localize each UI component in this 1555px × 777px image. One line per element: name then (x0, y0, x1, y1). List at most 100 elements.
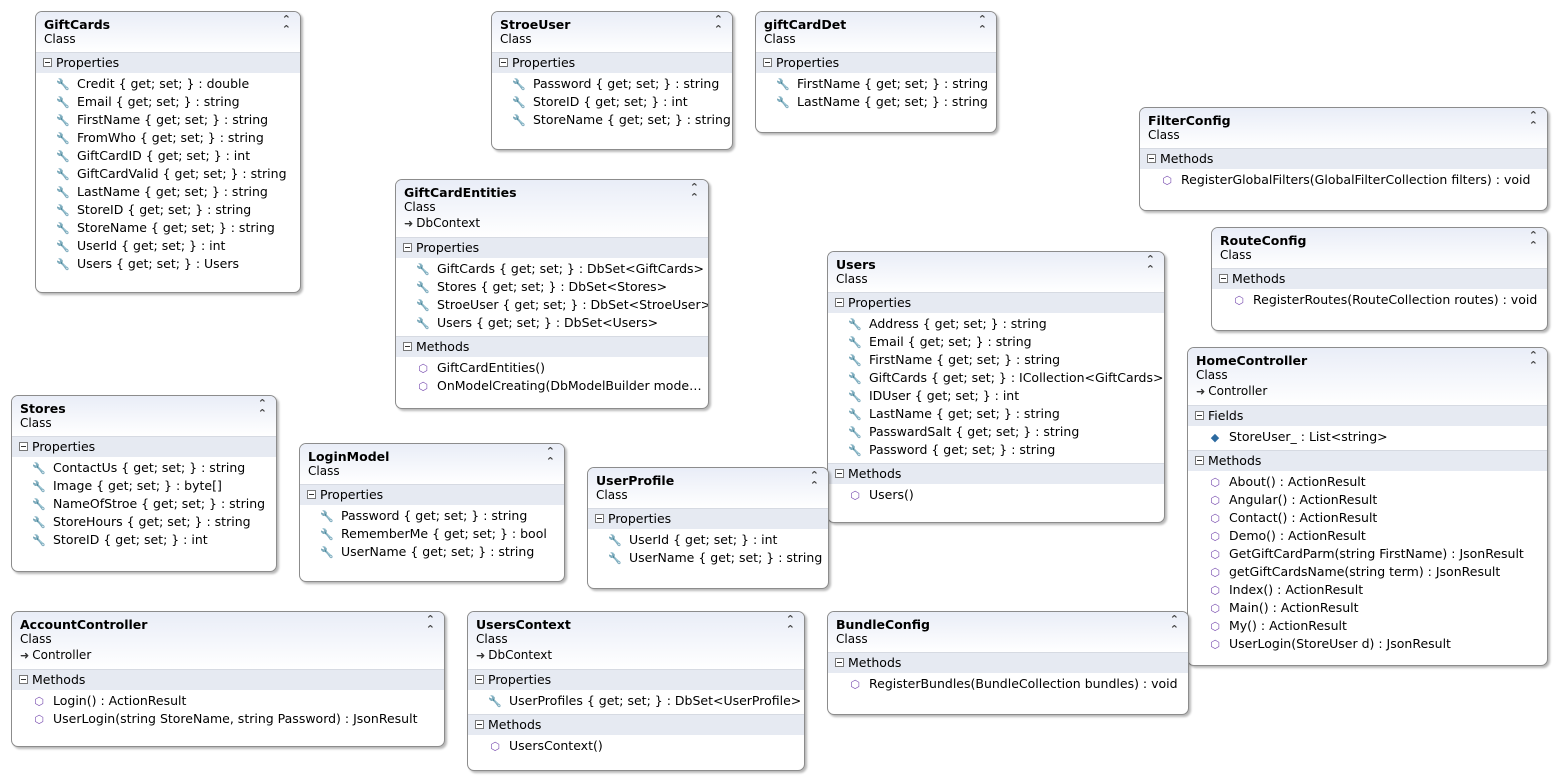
property-item[interactable]: 🔧 StoreName { get; set; } : string (492, 111, 732, 129)
field-item[interactable]: ◆ StoreUser_ : List<string> (1188, 428, 1547, 446)
class-box-userprofile[interactable]: UserProfile Class ⌃ ⌃ Properties 🔧 UserId { ge… (587, 467, 829, 589)
class-box-loginmodel[interactable]: LoginModel Class ⌃ ⌃ Properties 🔧 Password { g… (299, 443, 565, 582)
property-item[interactable]: 🔧 Stores { get; set; } : DbSet<Stores> (396, 278, 708, 296)
method-item[interactable]: ⬡ Main() : ActionResult (1188, 599, 1547, 617)
section-header-properties[interactable]: Properties (828, 292, 1164, 313)
property-item[interactable]: 🔧 StoreID { get; set; } : int (12, 531, 276, 549)
collapse-minus-icon[interactable] (835, 469, 844, 478)
class-box-filterconfig[interactable]: FilterConfig Class ⌃ ⌃ Methods ⬡ RegisterGloba… (1139, 107, 1548, 211)
property-item[interactable]: 🔧 UserId { get; set; } : int (588, 531, 828, 549)
property-item[interactable]: 🔧 ContactUs { get; set; } : string (12, 459, 276, 477)
collapse-minus-icon[interactable] (475, 720, 484, 729)
property-item[interactable]: 🔧 Credit { get; set; } : double (36, 75, 300, 93)
property-item[interactable]: 🔧 PasswardSalt { get; set; } : string (828, 423, 1164, 441)
method-item[interactable]: ⬡ UsersContext() (468, 737, 804, 755)
collapse-chevron-icon[interactable]: ⌃ ⌃ (546, 446, 555, 467)
section-header-methods[interactable]: Methods (396, 336, 708, 357)
section-header-fields[interactable]: Fields (1188, 405, 1547, 426)
method-item[interactable]: ⬡ Contact() : ActionResult (1188, 509, 1547, 527)
collapse-minus-icon[interactable] (595, 514, 604, 523)
class-box-homecontroller[interactable]: HomeController Class ➜ Controller ⌃ ⌃ Fields ◆ S… (1187, 347, 1548, 666)
property-item[interactable]: 🔧 Email { get; set; } : string (36, 93, 300, 111)
property-item[interactable]: 🔧 Password { get; set; } : string (300, 507, 564, 525)
property-item[interactable]: 🔧 Password { get; set; } : string (828, 441, 1164, 459)
collapse-chevron-icon[interactable]: ⌃ ⌃ (978, 14, 987, 35)
collapse-minus-icon[interactable] (403, 342, 412, 351)
property-item[interactable]: 🔧 Users { get; set; } : Users (36, 255, 300, 273)
collapse-minus-icon[interactable] (835, 658, 844, 667)
class-box-users[interactable]: Users Class ⌃ ⌃ Properties 🔧 Address { get; se… (827, 251, 1165, 523)
collapse-chevron-icon[interactable]: ⌃ ⌃ (1146, 254, 1155, 275)
class-box-giftcardentities[interactable]: GiftCardEntities Class ➜ DbContext ⌃ ⌃ Propert… (395, 179, 709, 409)
property-item[interactable]: 🔧 FirstName { get; set; } : string (828, 351, 1164, 369)
section-header-properties[interactable]: Properties (756, 52, 996, 73)
class-box-giftcards[interactable]: GiftCards Class ⌃ ⌃ Properties 🔧 Credit { get;… (35, 11, 301, 293)
collapse-chevron-icon[interactable]: ⌃ ⌃ (690, 182, 699, 203)
property-item[interactable]: 🔧 UserId { get; set; } : int (36, 237, 300, 255)
collapse-minus-icon[interactable] (19, 675, 28, 684)
property-item[interactable]: 🔧 FirstName { get; set; } : string (36, 111, 300, 129)
property-item[interactable]: 🔧 StroeUser { get; set; } : DbSet<StroeUs… (396, 296, 708, 314)
collapse-minus-icon[interactable] (1195, 456, 1204, 465)
method-item[interactable]: ⬡ RegisterGlobalFilters(GlobalFilterColle… (1140, 171, 1547, 189)
property-item[interactable]: 🔧 StoreHours { get; set; } : string (12, 513, 276, 531)
class-box-bundleconfig[interactable]: BundleConfig Class ⌃ ⌃ Methods ⬡ RegisterBundl… (827, 611, 1189, 715)
collapse-chevron-icon[interactable]: ⌃ ⌃ (1529, 110, 1538, 131)
collapse-chevron-icon[interactable]: ⌃ ⌃ (282, 14, 291, 35)
collapse-minus-icon[interactable] (1147, 154, 1156, 163)
property-item[interactable]: 🔧 FirstName { get; set; } : string (756, 75, 996, 93)
section-header-methods[interactable]: Methods (828, 463, 1164, 484)
collapse-minus-icon[interactable] (835, 298, 844, 307)
property-item[interactable]: 🔧 StoreName { get; set; } : string (36, 219, 300, 237)
collapse-minus-icon[interactable] (1195, 411, 1204, 420)
collapse-minus-icon[interactable] (403, 243, 412, 252)
section-header-properties[interactable]: Properties (12, 436, 276, 457)
property-item[interactable]: 🔧 FromWho { get; set; } : string (36, 129, 300, 147)
section-header-properties[interactable]: Properties (588, 508, 828, 529)
class-box-accountcontroller[interactable]: AccountController Class ➜ Controller ⌃ ⌃ Metho… (11, 611, 445, 747)
property-item[interactable]: 🔧 GiftCards { get; set; } : ICollection<G… (828, 369, 1164, 387)
property-item[interactable]: 🔧 Password { get; set; } : string (492, 75, 732, 93)
property-item[interactable]: 🔧 StoreID { get; set; } : int (492, 93, 732, 111)
method-item[interactable]: ⬡ OnModelCreating(DbModelBuilder mode… (396, 377, 708, 395)
collapse-minus-icon[interactable] (763, 58, 772, 67)
property-item[interactable]: 🔧 GiftCardValid { get; set; } : string (36, 165, 300, 183)
method-item[interactable]: ⬡ UserLogin(string StoreName, string Pass… (12, 710, 444, 728)
property-item[interactable]: 🔧 UserName { get; set; } : string (588, 549, 828, 567)
section-header-methods[interactable]: Methods (1188, 450, 1547, 471)
collapse-minus-icon[interactable] (43, 58, 52, 67)
method-item[interactable]: ⬡ Users() (828, 486, 1164, 504)
method-item[interactable]: ⬡ GiftCardEntities() (396, 359, 708, 377)
method-item[interactable]: ⬡ RegisterRoutes(RouteCollection routes) … (1212, 291, 1547, 309)
section-header-methods[interactable]: Methods (12, 669, 444, 690)
property-item[interactable]: 🔧 IDUser { get; set; } : int (828, 387, 1164, 405)
collapse-minus-icon[interactable] (307, 490, 316, 499)
class-box-giftcarddet[interactable]: giftCardDet Class ⌃ ⌃ Properties 🔧 FirstName {… (755, 11, 997, 133)
method-item[interactable]: ⬡ Login() : ActionResult (12, 692, 444, 710)
property-item[interactable]: 🔧 Image { get; set; } : byte[] (12, 477, 276, 495)
collapse-chevron-icon[interactable]: ⌃ ⌃ (1529, 230, 1538, 251)
method-item[interactable]: ⬡ About() : ActionResult (1188, 473, 1547, 491)
collapse-chevron-icon[interactable]: ⌃ ⌃ (1170, 614, 1179, 635)
class-box-stroeuser[interactable]: StroeUser Class ⌃ ⌃ Properties 🔧 Password { ge… (491, 11, 733, 150)
property-item[interactable]: 🔧 GiftCardID { get; set; } : int (36, 147, 300, 165)
property-item[interactable]: 🔧 GiftCards { get; set; } : DbSet<GiftCar… (396, 260, 708, 278)
collapse-chevron-icon[interactable]: ⌃ ⌃ (258, 398, 267, 419)
property-item[interactable]: 🔧 StoreID { get; set; } : string (36, 201, 300, 219)
collapse-chevron-icon[interactable]: ⌃ ⌃ (714, 14, 723, 35)
method-item[interactable]: ⬡ RegisterBundles(BundleCollection bundle… (828, 675, 1188, 693)
collapse-chevron-icon[interactable]: ⌃ ⌃ (810, 470, 819, 491)
property-item[interactable]: 🔧 LastName { get; set; } : string (756, 93, 996, 111)
class-box-stores[interactable]: Stores Class ⌃ ⌃ Properties 🔧 ContactUs { get;… (11, 395, 277, 572)
collapse-minus-icon[interactable] (499, 58, 508, 67)
section-header-properties[interactable]: Properties (468, 669, 804, 690)
section-header-properties[interactable]: Properties (300, 484, 564, 505)
collapse-minus-icon[interactable] (19, 442, 28, 451)
property-item[interactable]: 🔧 Email { get; set; } : string (828, 333, 1164, 351)
collapse-minus-icon[interactable] (475, 675, 484, 684)
method-item[interactable]: ⬡ UserLogin(StoreUser d) : JsonResult (1188, 635, 1547, 653)
property-item[interactable]: 🔧 NameOfStroe { get; set; } : string (12, 495, 276, 513)
section-header-properties[interactable]: Properties (396, 237, 708, 258)
property-item[interactable]: 🔧 RememberMe { get; set; } : bool (300, 525, 564, 543)
collapse-chevron-icon[interactable]: ⌃ ⌃ (426, 614, 435, 635)
